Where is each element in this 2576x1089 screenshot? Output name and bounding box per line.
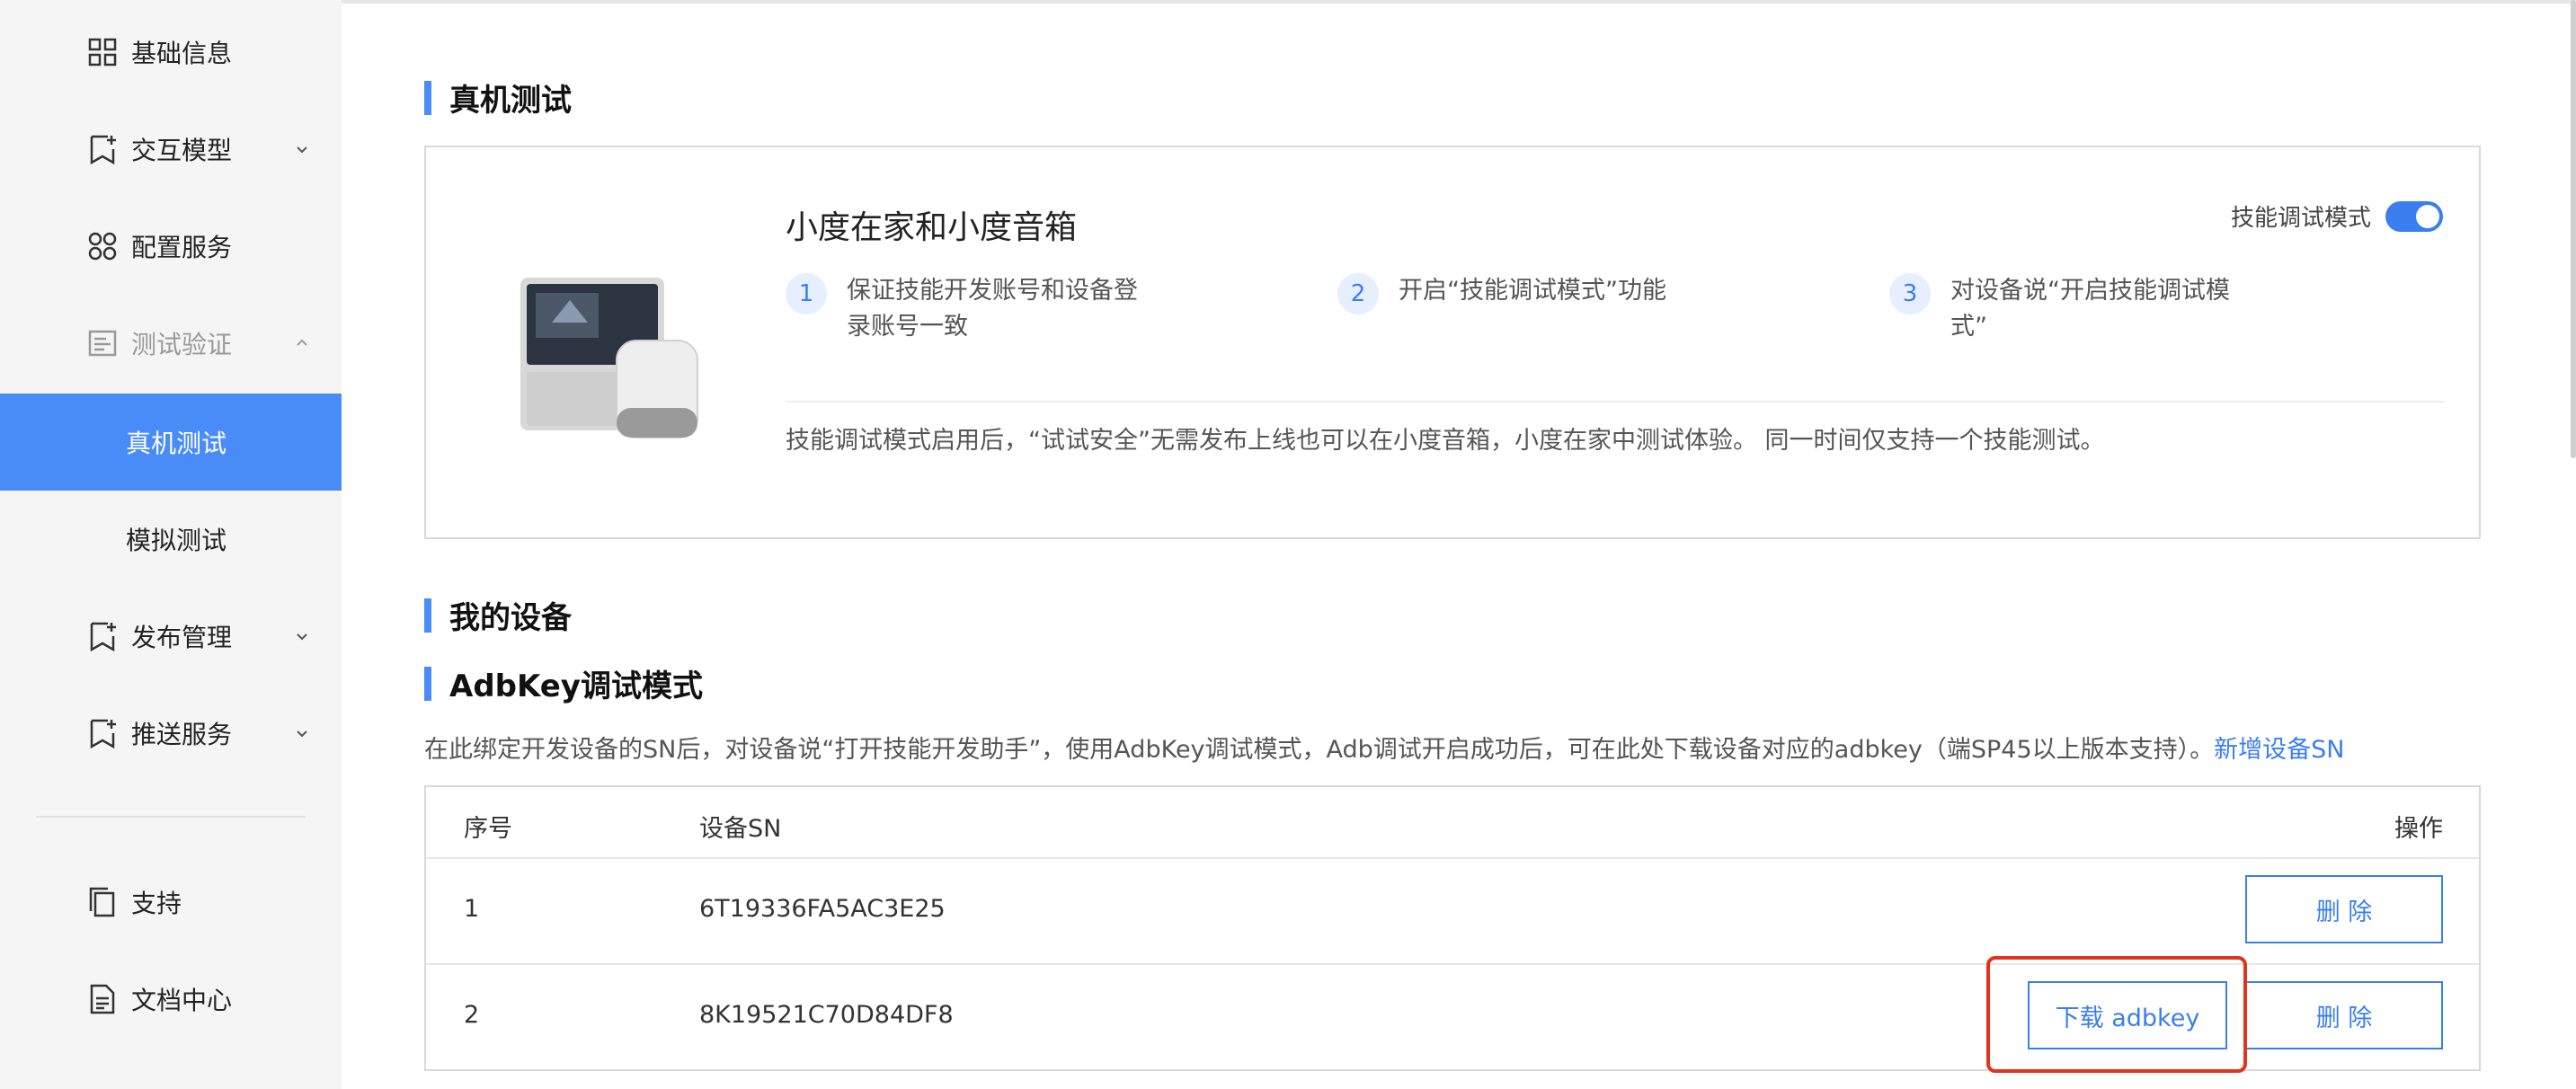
copy-icon xyxy=(86,886,119,918)
chevron-down-icon xyxy=(297,146,307,154)
step-number: 1 xyxy=(786,273,827,314)
bookmark-plus-icon xyxy=(86,620,119,652)
toggle-knob xyxy=(2416,204,2439,228)
device-table: 序号 设备SN 操作 1 6T19336FA5AC3E25 删 除 2 8K19… xyxy=(424,785,2481,1071)
chevron-up-icon xyxy=(297,339,307,346)
chevron-down-icon xyxy=(297,633,307,641)
row-sn: 6T19336FA5AC3E25 xyxy=(699,895,946,923)
step-text: 开启“技能调试模式”功能 xyxy=(1399,277,1666,305)
section-accent-bar xyxy=(424,80,431,115)
section-title-my-devices: 我的设备 xyxy=(424,593,572,637)
step-text: 保证技能开发账号和设备登录账号一致 xyxy=(847,277,1138,341)
sidebar-item-label: 模拟测试 xyxy=(126,526,227,555)
table-header: 序号 设备SN 操作 xyxy=(426,787,2479,859)
sidebar-item-config-service[interactable]: 配置服务 xyxy=(0,198,342,295)
sidebar-item-label: 文档中心 xyxy=(131,986,233,1015)
section-accent-bar xyxy=(424,598,431,633)
document-lines-icon xyxy=(86,327,119,359)
sidebar-item-publish-management[interactable]: 发布管理 xyxy=(0,588,342,685)
row-sn: 8K19521C70D84DF8 xyxy=(699,1001,954,1029)
step-text: 对设备说“开启技能调试模式” xyxy=(1950,277,2230,341)
step-number: 2 xyxy=(1337,273,1379,314)
table-row: 1 6T19336FA5AC3E25 删 除 xyxy=(426,859,2479,965)
toggle-label: 技能调试模式 xyxy=(2230,205,2371,232)
sidebar-item-basic-info[interactable]: 基础信息 xyxy=(0,4,342,101)
sidebar-divider xyxy=(36,816,306,818)
card-title: 小度在家和小度音箱 xyxy=(786,209,1078,246)
sidebar-item-label: 发布管理 xyxy=(131,623,233,652)
card-note: 技能调试模式启用后，“试试安全”无需发布上线也可以在小度音箱，小度在家中测试体验… xyxy=(786,427,2105,455)
device-card: 小度在家和小度音箱 技能调试模式 1 保证技能开发账号和设备登录账号一致 2 开… xyxy=(424,146,2481,539)
section-title-adbkey: AdbKey调试模式 xyxy=(424,661,703,705)
section-title-text: AdbKey调试模式 xyxy=(449,668,703,704)
bookmark-plus-icon xyxy=(86,717,119,749)
debug-mode-toggle[interactable] xyxy=(2385,200,2443,232)
sidebar-item-docs-center[interactable]: 文档中心 xyxy=(0,951,342,1048)
debug-mode-toggle-group: 技能调试模式 xyxy=(2231,199,2443,233)
top-border xyxy=(342,0,2576,4)
header-sn: 设备SN xyxy=(699,815,782,843)
sidebar-item-label: 测试验证 xyxy=(131,330,233,359)
sidebar-item-push-service[interactable]: 推送服务 xyxy=(0,685,342,782)
step-1: 1 保证技能开发账号和设备登录账号一致 xyxy=(786,273,1143,345)
delete-button[interactable]: 删 除 xyxy=(2245,981,2443,1049)
header-index: 序号 xyxy=(464,815,512,843)
grid-icon xyxy=(86,36,119,68)
adbkey-description: 在此绑定开发设备的SN后，对设备说“打开技能开发助手”，使用AdbKey调试模式… xyxy=(424,730,2345,765)
sidebar-item-label: 推送服务 xyxy=(131,720,233,749)
row-index: 2 xyxy=(464,1001,480,1029)
sidebar: 基础信息 交互模型 配置服务 测试验证 真机测试 模拟测试 发布管理 推送服务 … xyxy=(0,0,342,1089)
sidebar-item-support[interactable]: 支持 xyxy=(0,854,342,951)
delete-button[interactable]: 删 除 xyxy=(2245,875,2443,943)
scrollbar[interactable] xyxy=(2571,0,2576,458)
adbkey-description-text: 在此绑定开发设备的SN后，对设备说“打开技能开发助手”，使用AdbKey调试模式… xyxy=(424,736,2215,764)
smart-speaker-image xyxy=(520,278,698,438)
section-title-text: 真机测试 xyxy=(449,83,572,119)
section-title-text: 我的设备 xyxy=(449,600,572,636)
row-index: 1 xyxy=(464,895,480,923)
sidebar-subitem-simulated-test[interactable]: 模拟测试 xyxy=(0,491,342,588)
chevron-down-icon xyxy=(297,730,307,738)
step-3: 3 对设备说“开启技能调试模式” xyxy=(1889,273,2247,345)
sidebar-item-interaction-model[interactable]: 交互模型 xyxy=(0,101,342,198)
sidebar-item-label: 基础信息 xyxy=(131,39,233,68)
section-accent-bar xyxy=(424,666,431,701)
sidebar-item-label: 支持 xyxy=(131,889,182,918)
step-number: 3 xyxy=(1889,273,1931,314)
sidebar-item-test-verify[interactable]: 测试验证 xyxy=(0,295,342,392)
sidebar-item-label: 配置服务 xyxy=(131,233,233,262)
table-row: 2 8K19521C70D84DF8 下载 adbkey 删 除 xyxy=(426,965,2479,1069)
bookmark-plus-icon xyxy=(86,133,119,165)
header-ops: 操作 xyxy=(2394,815,2443,843)
section-title-real-device: 真机测试 xyxy=(424,75,572,120)
file-text-icon xyxy=(86,983,119,1015)
card-divider xyxy=(786,401,2445,403)
sidebar-item-label: 交互模型 xyxy=(131,136,233,165)
four-circles-icon xyxy=(86,230,119,262)
sidebar-item-label: 真机测试 xyxy=(126,429,227,458)
step-2: 2 开启“技能调试模式”功能 xyxy=(1337,273,1695,314)
download-adbkey-button[interactable]: 下载 adbkey xyxy=(2028,981,2227,1049)
add-device-sn-link[interactable]: 新增设备SN xyxy=(2214,736,2344,764)
sidebar-subitem-real-device-test[interactable]: 真机测试 xyxy=(0,394,342,491)
